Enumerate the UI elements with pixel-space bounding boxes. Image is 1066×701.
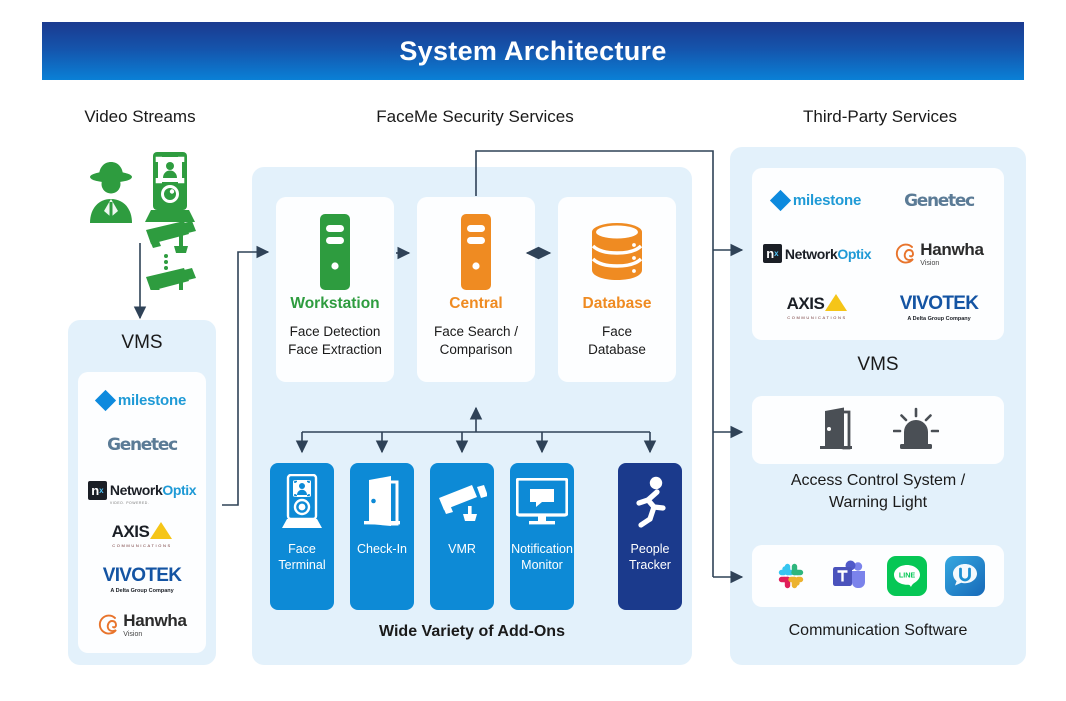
milestone-wordmark: milestone	[117, 391, 187, 409]
service-desc-central: Face Search / Comparison	[433, 324, 519, 358]
logo-axis: AXIS COMMUNICATIONS	[787, 290, 848, 324]
networkoptix-tagline: VIDEO. POWERED.	[109, 501, 150, 506]
video-source-icons	[80, 150, 210, 297]
running-person-icon	[630, 463, 670, 541]
addon-label-vmr: VMR	[448, 542, 476, 556]
addon-label-face-terminal: Face Terminal	[278, 542, 326, 573]
service-desc-database: Face Database	[588, 324, 646, 358]
cctv-camera-icon	[437, 463, 487, 541]
genetec-wordmark: Genetec	[904, 190, 975, 211]
networkoptix-wordmark-a: Network	[784, 245, 838, 262]
axis-subtext: COMMUNICATIONS	[787, 315, 847, 321]
logo-vivotek: VIVOTEK A Delta Group Company	[103, 563, 182, 597]
logo-networkoptix: nx Network Optix	[762, 237, 872, 271]
addons-caption: Wide Variety of Add-Ons	[379, 623, 565, 640]
svg-text:LINE: LINE	[899, 570, 916, 579]
column-heading-faceme-security-services: FaceMe Security Services	[376, 107, 574, 126]
logo-vivotek: VIVOTEK A Delta Group Company	[900, 290, 979, 324]
logo-axis: AXIS COMMUNICATIONS	[112, 518, 173, 552]
page-title: System Architecture	[399, 35, 667, 66]
addon-card-face-terminal[interactable]: Face Terminal	[270, 463, 334, 610]
addon-label-check-in: Check-In	[356, 542, 408, 556]
logo-hanwha: Hanwha Vision	[97, 608, 187, 642]
logo-milestone: milestone	[94, 383, 187, 417]
third-party-vms-logo-grid: milestone Genetec nx Network Optix Hanwha…	[752, 168, 1004, 340]
page-header: System Architecture	[42, 22, 1024, 80]
vivotek-subtext: A Delta Group Company	[907, 315, 971, 322]
access-control-label: Access Control System / Warning Light	[790, 472, 966, 511]
communication-software-card[interactable]: LINE	[752, 545, 1004, 607]
axis-triangle-icon	[150, 521, 173, 539]
vivotek-wordmark: VIVOTEK	[102, 565, 182, 587]
person-icon	[90, 162, 132, 223]
axis-triangle-icon	[825, 294, 848, 312]
networkoptix-badge-icon: nx	[87, 480, 107, 500]
service-card-workstation[interactable]: Workstation Face Detection Face Extracti…	[276, 197, 394, 382]
microsoft-teams-icon	[829, 556, 869, 596]
source-icons-svg	[90, 152, 196, 297]
networkoptix-wordmark-b: Optix	[162, 482, 197, 499]
column-heading-video-streams: Video Streams	[84, 107, 196, 126]
milestone-diamond-icon	[769, 190, 791, 212]
addon-card-people-tracker[interactable]: People Tracker	[618, 463, 682, 610]
addon-card-vmr[interactable]: VMR	[430, 463, 494, 610]
hanwha-wordmark: Hanwha	[123, 611, 187, 631]
communication-software-label: Communication Software	[788, 622, 968, 639]
milestone-wordmark: milestone	[792, 192, 862, 210]
service-title-central: Central	[449, 295, 503, 312]
hanwha-subtext: Vision	[920, 260, 940, 268]
u-messenger-icon	[945, 556, 985, 596]
hanwha-subtext: Vision	[123, 631, 143, 639]
database-cylinder-icon	[588, 211, 646, 293]
vms-panel-label: VMS	[121, 332, 163, 353]
access-control-card[interactable]	[752, 396, 1004, 464]
cctv-camera-icon	[146, 221, 196, 253]
hanwha-wordmark: Hanwha	[920, 240, 984, 260]
slack-icon	[771, 556, 811, 596]
hanwha-swirl-icon	[896, 243, 915, 264]
service-title-workstation: Workstation	[290, 295, 380, 312]
networkoptix-badge-icon: nx	[762, 244, 782, 264]
networkoptix-wordmark-b: Optix	[837, 245, 872, 262]
axis-wordmark: AXIS	[786, 294, 825, 314]
monitor-icon	[516, 463, 568, 541]
addon-card-check-in[interactable]: Check-In	[350, 463, 414, 610]
addon-label-notification-monitor: Notification Monitor	[511, 542, 573, 573]
line-icon: LINE	[887, 556, 927, 596]
server-tower-icon	[315, 211, 355, 293]
vivotek-subtext: A Delta Group Company	[110, 588, 174, 595]
axis-wordmark: AXIS	[111, 521, 150, 541]
service-card-central[interactable]: Central Face Search / Comparison	[417, 197, 535, 382]
face-terminal-icon	[281, 463, 323, 541]
open-door-icon	[820, 407, 852, 450]
service-desc-workstation: Face Detection Face Extraction	[288, 324, 382, 358]
vivotek-wordmark: VIVOTEK	[899, 292, 979, 314]
axis-subtext: COMMUNICATIONS	[112, 542, 172, 548]
logo-milestone: milestone	[769, 184, 862, 218]
warning-light-siren-icon	[893, 407, 939, 449]
addon-card-notification-monitor[interactable]: Notification Monitor	[510, 463, 574, 610]
service-card-database[interactable]: Database Face Database	[558, 197, 676, 382]
face-terminal-kiosk-icon	[145, 152, 195, 222]
milestone-diamond-icon	[94, 389, 116, 412]
logo-genetec: Genetec	[904, 184, 975, 218]
vms-logo-list: milestone Genetec nx Network Optix VIDEO.…	[78, 372, 206, 653]
third-party-vms-label: VMS	[857, 354, 899, 375]
server-tower-icon	[456, 211, 496, 293]
logo-hanwha: Hanwha Vision	[894, 237, 984, 271]
service-title-database: Database	[582, 295, 652, 312]
hanwha-swirl-icon	[99, 614, 118, 634]
dotted-connector-icon	[164, 254, 168, 270]
logo-networkoptix: nx Network Optix VIDEO. POWERED.	[87, 473, 197, 507]
genetec-wordmark: Genetec	[107, 435, 178, 456]
networkoptix-wordmark-a: Network	[109, 482, 163, 499]
logo-genetec: Genetec	[107, 428, 178, 462]
open-door-icon	[360, 463, 404, 541]
cctv-camera-icon	[146, 268, 196, 297]
column-heading-third-party-services: Third-Party Services	[803, 107, 957, 126]
addon-label-people-tracker: People Tracker	[629, 542, 671, 573]
